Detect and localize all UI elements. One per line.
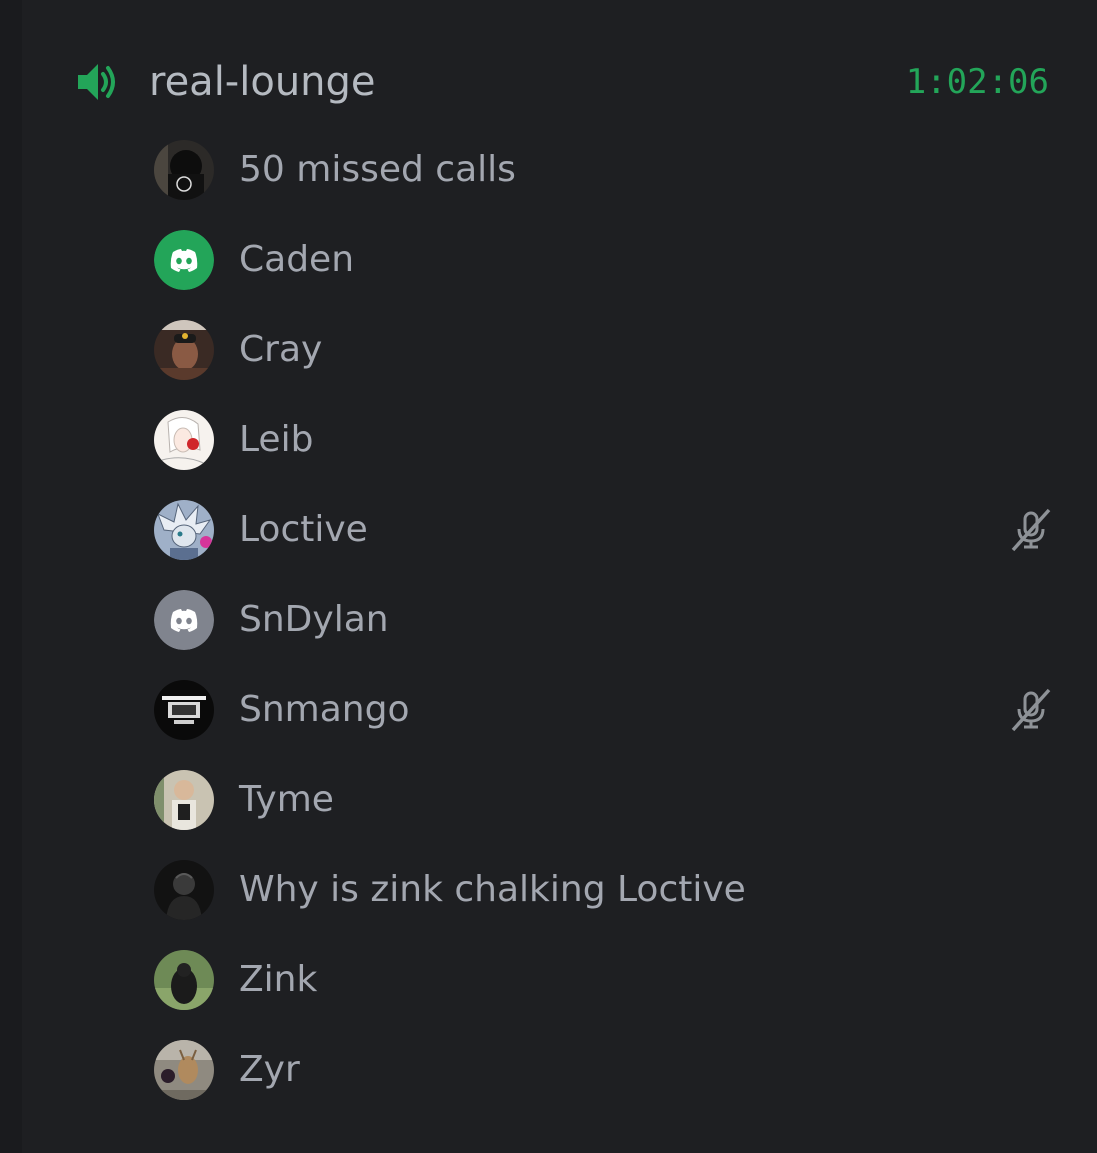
avatar	[154, 410, 214, 470]
voice-member-zink[interactable]: Zink	[154, 935, 1054, 1025]
voice-member-list: 50 missed calls Caden Cray Leib Loctive …	[154, 125, 1054, 1115]
member-name: Leib	[239, 419, 314, 460]
discord-logo-icon	[154, 590, 214, 650]
voice-channel-name: real-lounge	[149, 59, 376, 105]
member-name: Caden	[239, 239, 355, 280]
avatar	[154, 140, 214, 200]
voice-member-why-is-zink-chalking-loctive[interactable]: Why is zink chalking Loctive	[154, 845, 1054, 935]
avatar	[154, 320, 214, 380]
voice-member-zyr[interactable]: Zyr	[154, 1025, 1054, 1115]
voice-member-50-missed-calls[interactable]: 50 missed calls	[154, 125, 1054, 215]
voice-channel-header[interactable]: real-lounge 1:02:06	[74, 50, 1049, 114]
voice-member-caden[interactable]: Caden	[154, 215, 1054, 305]
member-name: SnDylan	[239, 599, 389, 640]
discord-logo-icon	[154, 230, 214, 290]
member-name: Zink	[239, 959, 318, 1000]
member-name: Why is zink chalking Loctive	[239, 869, 746, 910]
member-name: Tyme	[239, 779, 334, 820]
voice-member-leib[interactable]: Leib	[154, 395, 1054, 485]
voice-member-snmango[interactable]: Snmango	[154, 665, 1054, 755]
member-name: Snmango	[239, 689, 410, 730]
avatar	[154, 770, 214, 830]
avatar	[154, 680, 214, 740]
voice-member-loctive[interactable]: Loctive	[154, 485, 1054, 575]
avatar	[154, 500, 214, 560]
voice-channel-panel: real-lounge 1:02:06 50 missed calls Cade…	[22, 0, 1097, 1153]
voice-member-sndylan[interactable]: SnDylan	[154, 575, 1054, 665]
member-name: 50 missed calls	[239, 149, 516, 190]
voice-member-tyme[interactable]: Tyme	[154, 755, 1054, 845]
member-name: Zyr	[239, 1049, 300, 1090]
voice-member-cray[interactable]: Cray	[154, 305, 1054, 395]
microphone-muted-icon	[1008, 507, 1054, 553]
speaker-icon	[74, 57, 124, 107]
server-sidebar-edge	[0, 0, 22, 1153]
avatar	[154, 860, 214, 920]
member-name: Loctive	[239, 509, 368, 550]
avatar	[154, 950, 214, 1010]
microphone-muted-icon	[1008, 687, 1054, 733]
call-duration-timer: 1:02:06	[905, 62, 1049, 102]
member-name: Cray	[239, 329, 323, 370]
avatar	[154, 1040, 214, 1100]
